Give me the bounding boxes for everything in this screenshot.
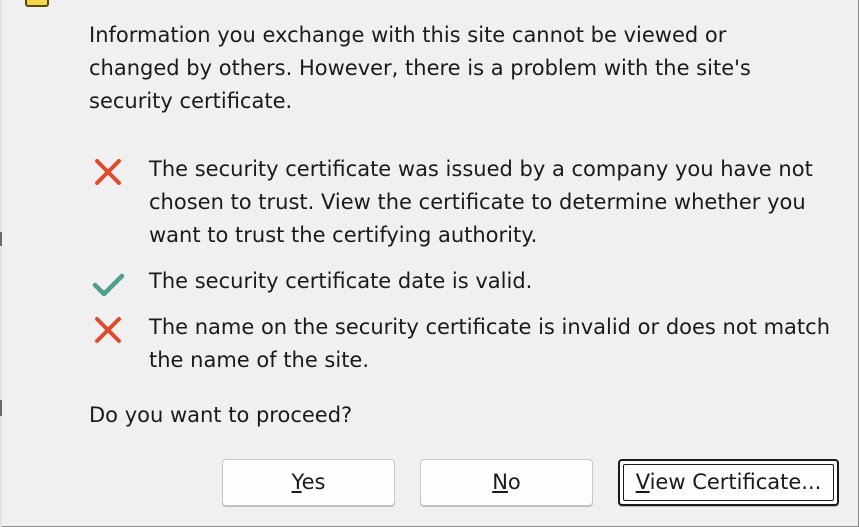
button-label: es <box>301 470 326 494</box>
button-mnemonic: N <box>492 470 508 494</box>
item-text-line: The security certificate date is valid. <box>149 269 533 293</box>
security-alert-dialog: Information you exchange with this site … <box>0 0 859 527</box>
item-text-line: The security certificate was issued by a… <box>149 157 813 181</box>
button-mnemonic: V <box>635 470 650 494</box>
intro-line: Information you exchange with this site … <box>89 23 727 47</box>
window-edge <box>0 0 2 527</box>
list-item: The security certificate date is valid. <box>89 265 849 298</box>
item-text-line: the name of the site. <box>149 348 370 372</box>
no-button[interactable]: No <box>420 459 593 506</box>
item-text-line: The name on the security certificate is … <box>149 315 831 339</box>
intro-text: Information you exchange with this site … <box>89 19 789 118</box>
intro-line: changed by others. However, there is a p… <box>89 56 751 80</box>
yes-button[interactable]: Yes <box>222 459 395 506</box>
red-x-icon <box>95 317 121 343</box>
button-label: iew Certificate... <box>649 470 822 494</box>
view-certificate-button[interactable]: View Certificate... <box>618 459 839 506</box>
item-text-line: want to trust the certifying authority. <box>149 223 538 247</box>
list-item: The security certificate was issued by a… <box>89 153 849 252</box>
window-edge-mark <box>0 400 2 416</box>
list-item: The name on the security certificate is … <box>89 311 849 377</box>
proceed-question: Do you want to proceed? <box>89 403 353 427</box>
window-edge-mark <box>0 232 2 246</box>
red-x-icon <box>95 159 121 185</box>
item-text-line: chosen to trust. View the certificate to… <box>149 190 806 214</box>
button-label: o <box>507 470 521 494</box>
lock-icon <box>25 0 49 7</box>
intro-line: security certificate. <box>89 89 293 113</box>
certificate-check-list: The security certificate was issued by a… <box>89 153 849 377</box>
button-mnemonic: Y <box>291 470 302 494</box>
green-check-icon <box>92 273 125 297</box>
